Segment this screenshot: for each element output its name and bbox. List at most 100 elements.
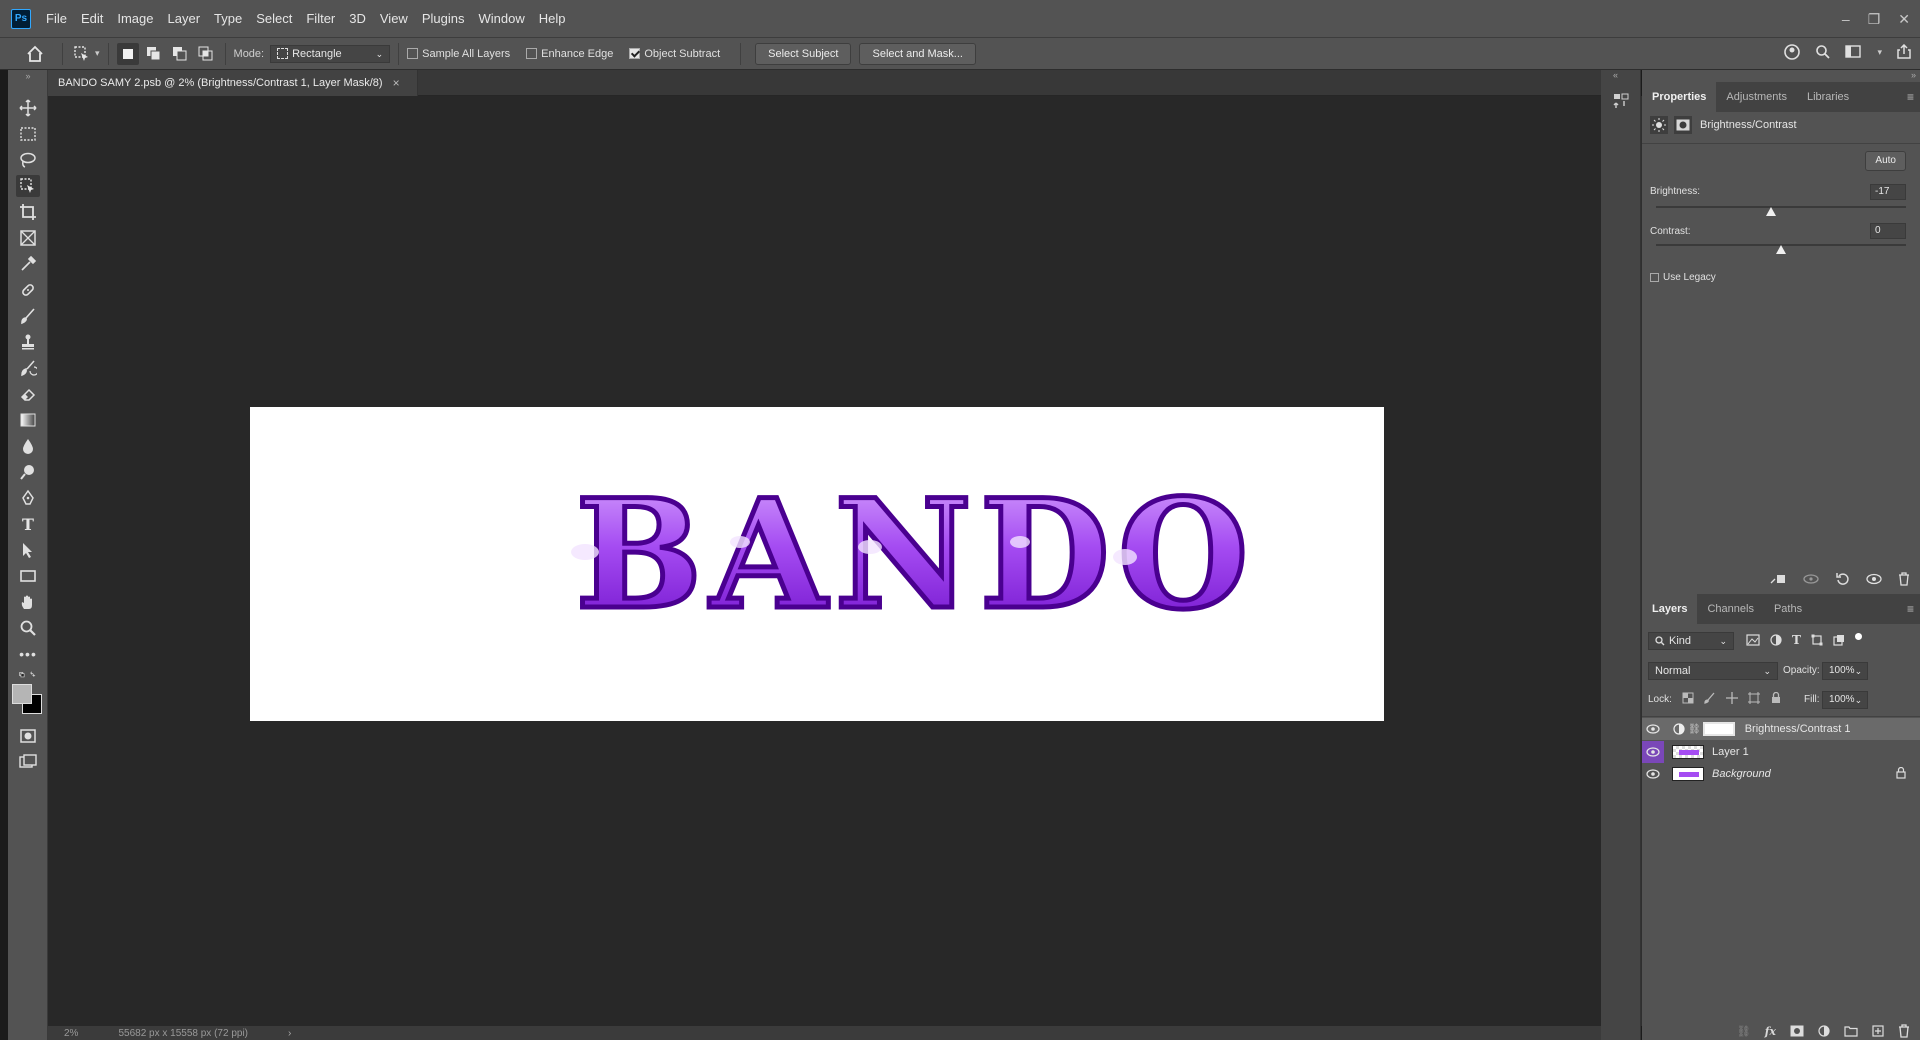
menu-type[interactable]: Type <box>207 0 249 38</box>
object-subtract-checkbox[interactable] <box>629 48 641 59</box>
object-selection-tool-icon[interactable] <box>71 43 93 65</box>
layer-visibility-icon[interactable] <box>1642 741 1664 763</box>
reset-icon[interactable] <box>1836 572 1850 586</box>
layer-row-background[interactable]: Background <box>1642 763 1920 785</box>
zoom-tool-icon[interactable] <box>16 617 40 639</box>
menu-view[interactable]: View <box>373 0 415 38</box>
visibility-icon[interactable] <box>1866 573 1882 585</box>
swap-colors-icon[interactable] <box>16 668 40 682</box>
chain-link-icon[interactable]: ⛓ <box>1688 724 1701 735</box>
quick-mask-icon[interactable] <box>16 725 40 747</box>
enhance-edge-checkbox[interactable] <box>526 48 538 59</box>
layer-row-brightness-contrast[interactable]: ⛓ Brightness/Contrast 1 <box>1642 718 1920 740</box>
intersect-selection-icon[interactable] <box>195 43 217 65</box>
layer-visibility-icon[interactable] <box>1642 724 1664 734</box>
menu-select[interactable]: Select <box>249 0 299 38</box>
eyedropper-icon[interactable] <box>16 253 40 275</box>
brightness-slider-thumb[interactable] <box>1766 207 1776 216</box>
path-selection-icon[interactable] <box>16 539 40 561</box>
home-icon[interactable] <box>24 43 46 65</box>
menu-edit[interactable]: Edit <box>74 0 110 38</box>
contrast-slider-thumb[interactable] <box>1776 245 1786 254</box>
share-icon[interactable] <box>1896 44 1912 60</box>
clip-to-layer-icon[interactable] <box>1770 573 1786 585</box>
type-tool-icon[interactable]: T <box>16 513 40 535</box>
chevron-right-icon[interactable]: › <box>288 1028 291 1039</box>
menu-file[interactable]: File <box>39 0 74 38</box>
delete-adjustment-icon[interactable] <box>1898 572 1910 586</box>
use-legacy-checkbox[interactable] <box>1650 273 1659 282</box>
new-group-icon[interactable] <box>1844 1025 1858 1037</box>
healing-brush-icon[interactable] <box>16 279 40 301</box>
filter-adjustment-icon[interactable] <box>1770 634 1782 646</box>
blend-mode-dropdown[interactable]: Normal ⌄ <box>1648 662 1778 680</box>
pen-tool-icon[interactable] <box>16 487 40 509</box>
lock-transparent-pixels-icon[interactable] <box>1682 692 1694 704</box>
eraser-tool-icon[interactable] <box>16 383 40 405</box>
add-layer-style-icon[interactable]: fx <box>1765 1025 1776 1038</box>
layer-mask-icon[interactable] <box>1674 116 1692 134</box>
collapse-dock-icon[interactable]: » <box>1911 70 1916 80</box>
frame-tool-icon[interactable] <box>16 227 40 249</box>
layer-thumbnail[interactable] <box>1672 767 1704 781</box>
canvas[interactable]: BANDO <box>250 407 1384 721</box>
menu-image[interactable]: Image <box>110 0 160 38</box>
tab-libraries[interactable]: Libraries <box>1797 82 1859 112</box>
rectangular-marquee-icon[interactable] <box>16 123 40 145</box>
move-tool-icon[interactable] <box>16 97 40 119</box>
select-subject-button[interactable]: Select Subject <box>755 42 852 65</box>
restore-button[interactable]: ❐ <box>1868 11 1881 28</box>
search-icon[interactable] <box>1815 44 1831 60</box>
brush-tool-icon[interactable] <box>16 305 40 327</box>
menu-3d[interactable]: 3D <box>342 0 373 38</box>
clone-stamp-icon[interactable] <box>16 331 40 353</box>
user-help-icon[interactable] <box>1783 43 1801 61</box>
tab-adjustments[interactable]: Adjustments <box>1716 82 1797 112</box>
chevron-down-icon[interactable]: ▾ <box>95 48 100 59</box>
document-tab[interactable]: BANDO SAMY 2.psb @ 2% (Brightness/Contra… <box>48 70 418 96</box>
lock-image-pixels-icon[interactable] <box>1704 692 1716 704</box>
link-layers-icon[interactable]: ⛓ <box>1737 1025 1751 1038</box>
contrast-value-field[interactable]: 0 <box>1870 223 1906 239</box>
lock-artboard-icon[interactable] <box>1748 692 1760 704</box>
add-to-selection-icon[interactable] <box>143 43 165 65</box>
opacity-field[interactable]: 100% ⌄ <box>1822 662 1868 680</box>
history-brush-icon[interactable] <box>16 357 40 379</box>
layer-mask-thumbnail[interactable] <box>1702 722 1735 736</box>
blur-tool-icon[interactable] <box>16 435 40 457</box>
new-layer-icon[interactable] <box>1872 1025 1884 1037</box>
menu-plugins[interactable]: Plugins <box>415 0 472 38</box>
layer-row-layer-1[interactable]: Layer 1 <box>1642 741 1920 763</box>
zoom-level[interactable]: 2% <box>64 1028 78 1039</box>
menu-window[interactable]: Window <box>471 0 531 38</box>
tab-properties[interactable]: Properties <box>1642 82 1717 112</box>
crop-tool-icon[interactable] <box>16 201 40 223</box>
menu-filter[interactable]: Filter <box>299 0 342 38</box>
view-previous-state-icon[interactable] <box>1802 573 1820 585</box>
lock-all-icon[interactable] <box>1770 692 1782 704</box>
fill-field[interactable]: 100% ⌄ <box>1822 691 1868 709</box>
lasso-tool-icon[interactable] <box>16 149 40 171</box>
tab-paths[interactable]: Paths <box>1764 594 1812 624</box>
filter-type-icon[interactable]: T <box>1792 633 1801 647</box>
add-mask-icon[interactable] <box>1790 1025 1804 1037</box>
foreground-color-swatch[interactable] <box>12 684 32 704</box>
lock-icon[interactable] <box>1896 766 1906 782</box>
gradient-tool-icon[interactable] <box>16 409 40 431</box>
filter-pixel-icon[interactable] <box>1746 634 1760 646</box>
layer-visibility-icon[interactable] <box>1642 769 1664 779</box>
brightness-value-field[interactable]: -17 <box>1870 184 1906 200</box>
tab-layers[interactable]: Layers <box>1642 594 1698 624</box>
minimize-button[interactable]: – <box>1842 11 1850 27</box>
close-tab-icon[interactable]: × <box>393 76 400 90</box>
object-selection-tool-icon[interactable] <box>16 175 40 197</box>
close-window-button[interactable]: ✕ <box>1898 11 1910 28</box>
tab-channels[interactable]: Channels <box>1697 594 1763 624</box>
menu-help[interactable]: Help <box>532 0 573 38</box>
chevron-down-icon[interactable]: ▾ <box>1877 47 1882 58</box>
auto-button[interactable]: Auto <box>1865 151 1906 171</box>
subtract-from-selection-icon[interactable] <box>169 43 191 65</box>
layer-thumbnail[interactable] <box>1672 745 1704 759</box>
filter-shape-icon[interactable] <box>1811 634 1823 646</box>
screen-mode-icon[interactable] <box>16 751 40 773</box>
